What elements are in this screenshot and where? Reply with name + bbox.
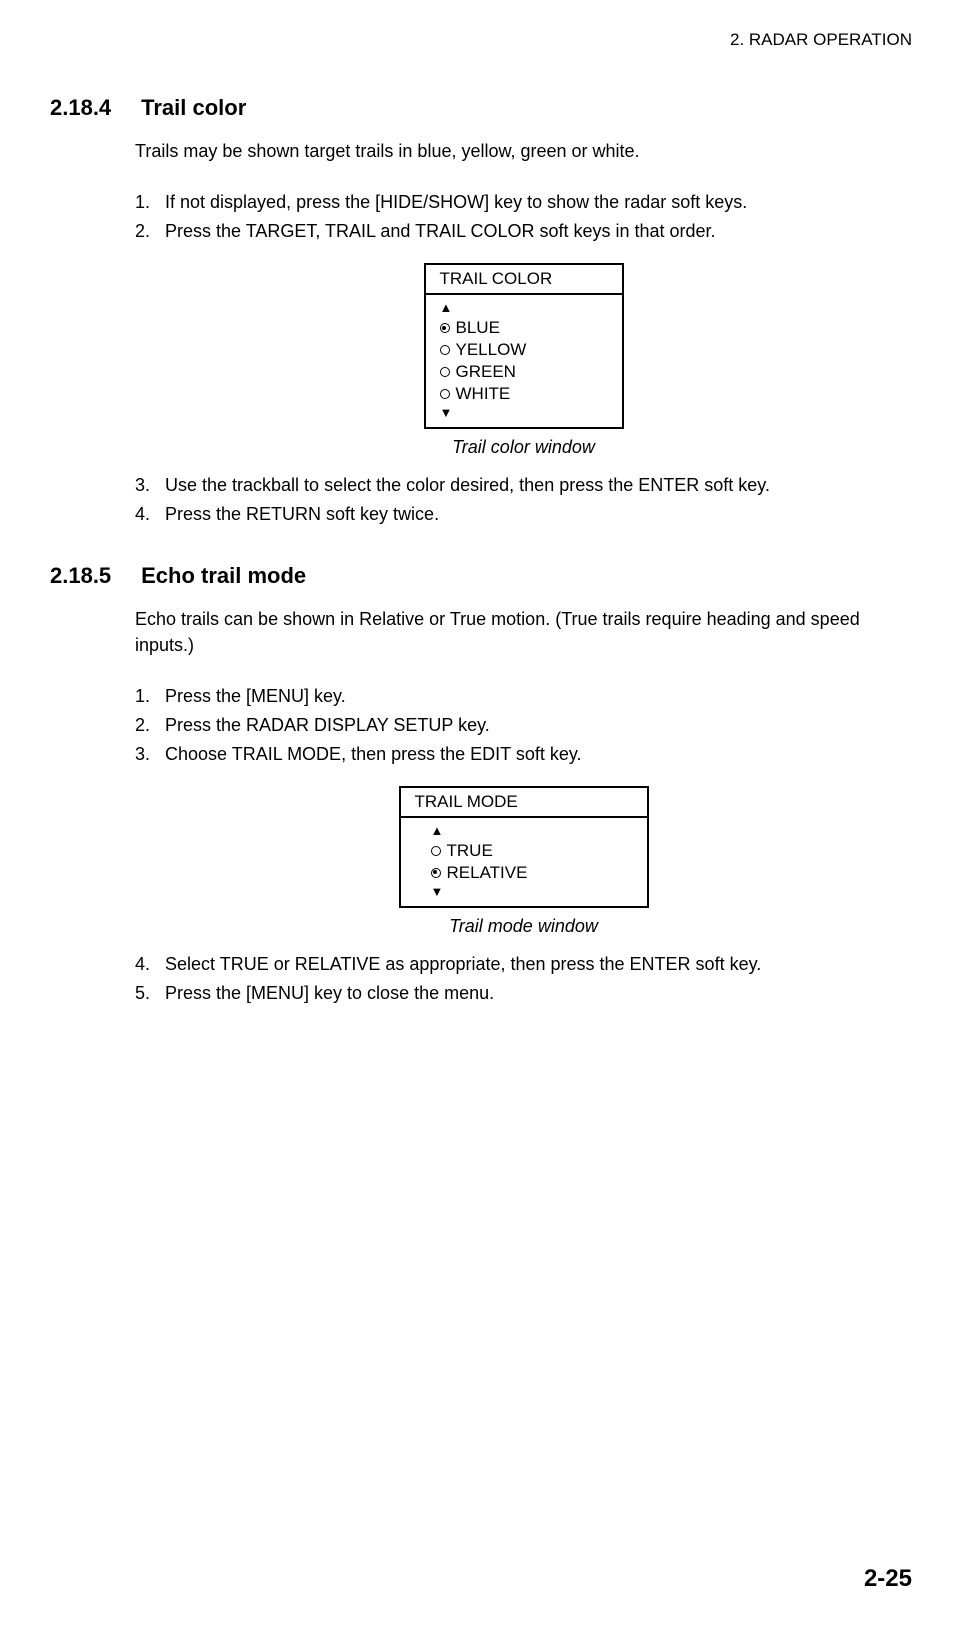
option-blue: BLUE bbox=[440, 317, 612, 339]
option-yellow: YELLOW bbox=[440, 339, 612, 361]
radio-icon bbox=[440, 367, 450, 377]
section2-steps-a: 1.Press the [MENU] key. 2.Press the RADA… bbox=[135, 683, 912, 768]
option-true: TRUE bbox=[431, 840, 637, 862]
list-item: 4.Select TRUE or RELATIVE as appropriate… bbox=[135, 951, 912, 978]
scroll-down-icon: ▼ bbox=[440, 405, 612, 422]
chapter-header: 2. RADAR OPERATION bbox=[50, 30, 912, 50]
list-item: 3.Use the trackball to select the color … bbox=[135, 472, 912, 499]
list-item: 1.If not displayed, press the [HIDE/SHOW… bbox=[135, 189, 912, 216]
radio-icon bbox=[440, 389, 450, 399]
page-number: 2-25 bbox=[864, 1565, 912, 1593]
list-item: 2.Press the TARGET, TRAIL and TRAIL COLO… bbox=[135, 218, 912, 245]
option-relative: RELATIVE bbox=[431, 862, 637, 884]
section2-steps-b: 4.Select TRUE or RELATIVE as appropriate… bbox=[135, 951, 912, 1007]
list-item: 3.Choose TRAIL MODE, then press the EDIT… bbox=[135, 741, 912, 768]
trail-mode-window: TRAIL MODE ▲ TRUE RELATIVE ▼ bbox=[399, 786, 649, 908]
list-item: 1.Press the [MENU] key. bbox=[135, 683, 912, 710]
window-title: TRAIL MODE bbox=[401, 788, 647, 818]
option-green: GREEN bbox=[440, 361, 612, 383]
radio-icon bbox=[431, 846, 441, 856]
trail-color-window: TRAIL COLOR ▲ BLUE YELLOW GREEN WHITE ▼ bbox=[424, 263, 624, 429]
list-item: 2.Press the RADAR DISPLAY SETUP key. bbox=[135, 712, 912, 739]
radio-icon bbox=[440, 345, 450, 355]
trail-color-caption: Trail color window bbox=[135, 437, 912, 458]
section-number: 2.18.4 bbox=[50, 95, 135, 121]
radio-selected-icon bbox=[440, 323, 450, 333]
section2-intro: Echo trails can be shown in Relative or … bbox=[135, 607, 912, 657]
section1-intro: Trails may be shown target trails in blu… bbox=[135, 139, 912, 164]
option-white: WHITE bbox=[440, 383, 612, 405]
section-heading-echo-trail-mode: 2.18.5 Echo trail mode bbox=[50, 563, 912, 589]
window-title: TRAIL COLOR bbox=[426, 265, 622, 295]
trail-mode-caption: Trail mode window bbox=[135, 916, 912, 937]
section1-steps-a: 1.If not displayed, press the [HIDE/SHOW… bbox=[135, 189, 912, 245]
section-heading-trail-color: 2.18.4 Trail color bbox=[50, 95, 912, 121]
scroll-up-icon: ▲ bbox=[431, 823, 637, 840]
section-title: Echo trail mode bbox=[141, 563, 306, 588]
section-title: Trail color bbox=[141, 95, 246, 120]
list-item: 5.Press the [MENU] key to close the menu… bbox=[135, 980, 912, 1007]
list-item: 4.Press the RETURN soft key twice. bbox=[135, 501, 912, 528]
radio-selected-icon bbox=[431, 868, 441, 878]
section1-steps-b: 3.Use the trackball to select the color … bbox=[135, 472, 912, 528]
scroll-down-icon: ▼ bbox=[431, 884, 637, 901]
section-number: 2.18.5 bbox=[50, 563, 135, 589]
scroll-up-icon: ▲ bbox=[440, 300, 612, 317]
